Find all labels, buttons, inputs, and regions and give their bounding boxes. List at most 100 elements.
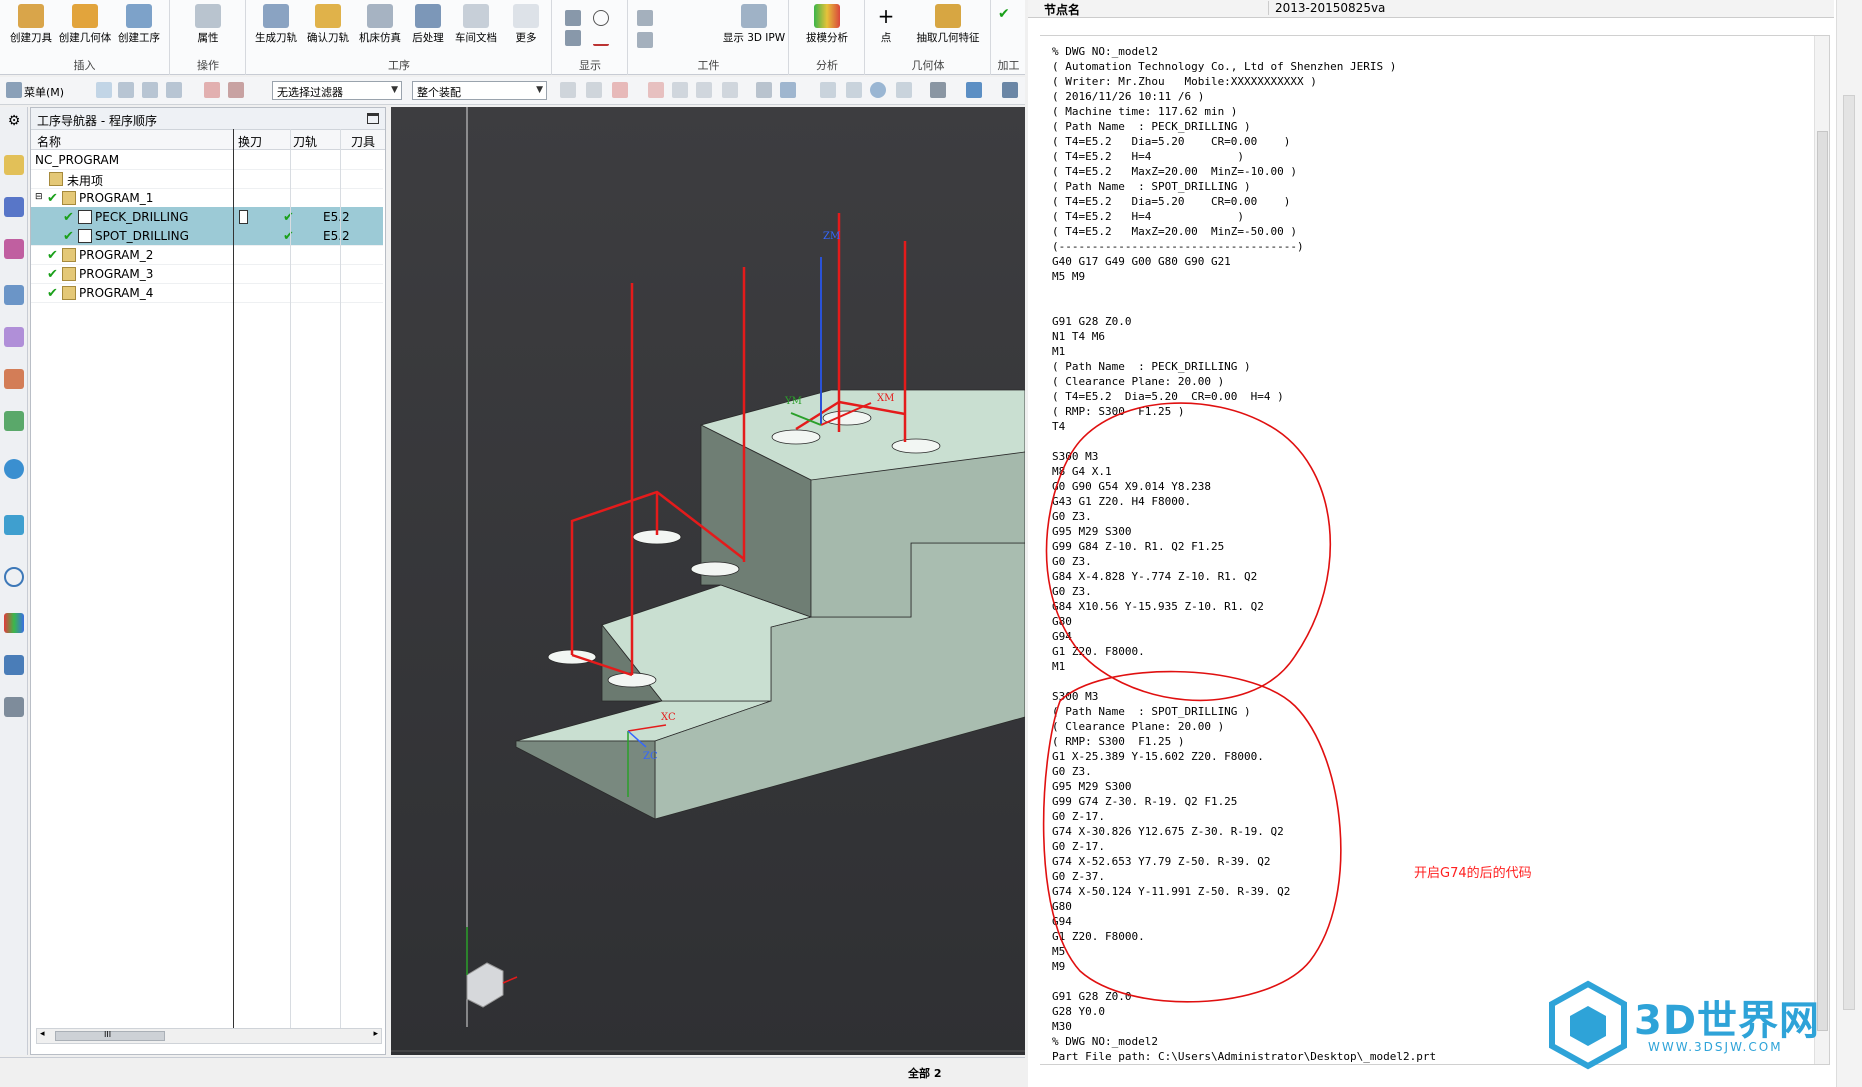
palette-icon[interactable] (4, 613, 24, 633)
create-geometry-button[interactable]: 创建几何体 (56, 2, 114, 48)
ribbon-group-label: 操作 (197, 59, 219, 72)
settings-icon[interactable]: ⚙ (4, 113, 24, 133)
machine-navigator-icon[interactable] (4, 197, 24, 217)
view-icon[interactable] (780, 82, 796, 98)
tree-row-spot-drilling[interactable]: ✔ SPOT_DRILLING ✔ E5.2 (31, 226, 383, 246)
rotate-icon[interactable] (870, 82, 886, 98)
shop-doc-icon (463, 4, 489, 28)
maximize-icon[interactable] (367, 113, 379, 124)
operation-navigator-panel: 工序导航器 - 程序顺序 名称 换刀 刀轨 刀具 NC_PROGRAM 未用项 … (30, 107, 386, 1055)
scroll-left-icon[interactable]: ◂ (40, 1029, 45, 1039)
workpiece-icon[interactable] (637, 32, 653, 48)
tree-row-program-3[interactable]: ✔ PROGRAM_3 (31, 264, 383, 284)
reuse-library-icon[interactable] (4, 369, 24, 389)
clock-icon[interactable] (4, 567, 24, 587)
window-vertical-scrollbar[interactable] (1836, 0, 1862, 1087)
view-icon[interactable] (756, 82, 772, 98)
column-tool-change[interactable]: 换刀 (238, 133, 262, 150)
web-browser-icon[interactable] (4, 459, 24, 479)
graphics-viewport[interactable]: ZM YM XM XC ZC (391, 107, 1025, 1055)
more-button[interactable]: 更多 (497, 2, 555, 48)
circle-icon[interactable] (593, 10, 609, 26)
tree-row-nc-program[interactable]: NC_PROGRAM (31, 150, 383, 170)
system-scene-icon[interactable] (4, 697, 24, 717)
snap-icon[interactable] (672, 82, 688, 98)
zc-label: ZC (643, 751, 658, 762)
scroll-thumb[interactable]: III (55, 1030, 165, 1041)
ribbon-group-analysis: 拔模分析 分析 (790, 0, 865, 75)
check-icon: ✔ (47, 286, 58, 301)
tree-row-program-2[interactable]: ✔ PROGRAM_2 (31, 245, 383, 265)
check-icon: ✔ (47, 191, 58, 206)
point-button[interactable]: + 点 (866, 2, 906, 48)
roles-icon[interactable] (4, 655, 24, 675)
draft-analysis-button[interactable]: 拔模分析 (798, 2, 856, 48)
property-key: 节点名 (1044, 3, 1081, 17)
feature-navigator-icon[interactable] (4, 239, 24, 259)
program-folder-icon (62, 267, 76, 281)
column-name[interactable]: 名称 (37, 133, 61, 150)
program-order-view-icon[interactable] (96, 82, 112, 98)
nc-code-listing[interactable]: % DWG NO:_model2 ( Automation Technology… (1040, 35, 1830, 1065)
scroll-right-icon[interactable]: ▸ (373, 1029, 378, 1039)
column-divider (340, 129, 341, 1029)
check-icon: ✔ (47, 248, 58, 263)
tree-row-peck-drilling[interactable]: ✔ PECK_DRILLING ✔ E5.2 (31, 207, 383, 227)
curve-icon[interactable] (593, 30, 609, 46)
view-icon[interactable] (846, 82, 862, 98)
property-value: 2013-20150825va (1268, 1, 1385, 15)
filter-icon[interactable] (204, 82, 220, 98)
assembly-scope-select[interactable]: 整个装配 ▼ (412, 81, 547, 100)
hd3d-icon[interactable] (4, 411, 24, 431)
tree-row-unused[interactable]: 未用项 (31, 169, 383, 189)
render-icon[interactable] (1002, 82, 1018, 98)
display-icon[interactable] (565, 30, 581, 46)
assembly-navigator-icon[interactable] (4, 327, 24, 347)
show-3d-ipw-button[interactable]: 显示 3D IPW (719, 2, 789, 48)
navigator-horizontal-scrollbar[interactable]: ◂ III ▸ (36, 1028, 382, 1044)
expand-icon[interactable]: ⊟ (35, 192, 43, 202)
workpiece-icon[interactable] (637, 10, 653, 26)
menu-button[interactable]: 菜单(M) (24, 84, 64, 102)
generate-toolpath-button[interactable]: 生成刀轨 (247, 2, 305, 48)
view-icon[interactable] (820, 82, 836, 98)
column-toolpath[interactable]: 刀轨 (293, 133, 317, 150)
ribbon-group-label: 几何体 (911, 59, 945, 72)
method-view-icon[interactable] (166, 82, 182, 98)
history-icon[interactable] (4, 515, 24, 535)
machine-view-icon[interactable] (118, 82, 134, 98)
create-tool-button[interactable]: 创建刀具 (2, 2, 60, 48)
navigator-column-header: 名称 换刀 刀轨 刀具 (31, 130, 385, 150)
tree-row-program-4[interactable]: ✔ PROGRAM_4 (31, 283, 383, 303)
code-vertical-scrollbar[interactable] (1814, 36, 1829, 1064)
part-navigator-icon[interactable] (4, 285, 24, 305)
geometry-view-icon[interactable] (142, 82, 158, 98)
cube-logo-icon (1549, 980, 1627, 1070)
operation-navigator-icon[interactable] (4, 155, 24, 175)
scroll-thumb[interactable] (1817, 131, 1828, 1031)
properties-button[interactable]: 属性 (179, 2, 237, 48)
snap-icon[interactable] (612, 82, 628, 98)
extract-geometry-button[interactable]: 抽取几何特征 (910, 2, 986, 48)
snap-icon[interactable] (696, 82, 712, 98)
watermark-title: 3D世界网 (1634, 998, 1821, 1044)
render-icon[interactable] (966, 82, 982, 98)
create-geometry-icon (72, 4, 98, 28)
select-icon[interactable] (228, 82, 244, 98)
check-icon[interactable]: ✔ (998, 6, 1014, 22)
verify-toolpath-button[interactable]: 确认刀轨 (299, 2, 357, 48)
tree-row-program-1[interactable]: ⊟ ✔ PROGRAM_1 (31, 188, 383, 208)
properties-icon (195, 4, 221, 28)
snap-icon[interactable] (560, 82, 576, 98)
snap-icon[interactable] (722, 82, 738, 98)
render-icon[interactable] (930, 82, 946, 98)
snap-icon[interactable] (586, 82, 602, 98)
ribbon-group-machining: ✔ 加工 (992, 0, 1025, 75)
display-icon[interactable] (565, 10, 581, 26)
snap-icon[interactable] (648, 82, 664, 98)
create-operation-button[interactable]: 创建工序 (110, 2, 168, 48)
scroll-thumb[interactable] (1843, 95, 1855, 1010)
selection-filter-select[interactable]: 无选择过滤器 ▼ (272, 81, 402, 100)
column-tool[interactable]: 刀具 (351, 133, 375, 150)
view-icon[interactable] (896, 82, 912, 98)
